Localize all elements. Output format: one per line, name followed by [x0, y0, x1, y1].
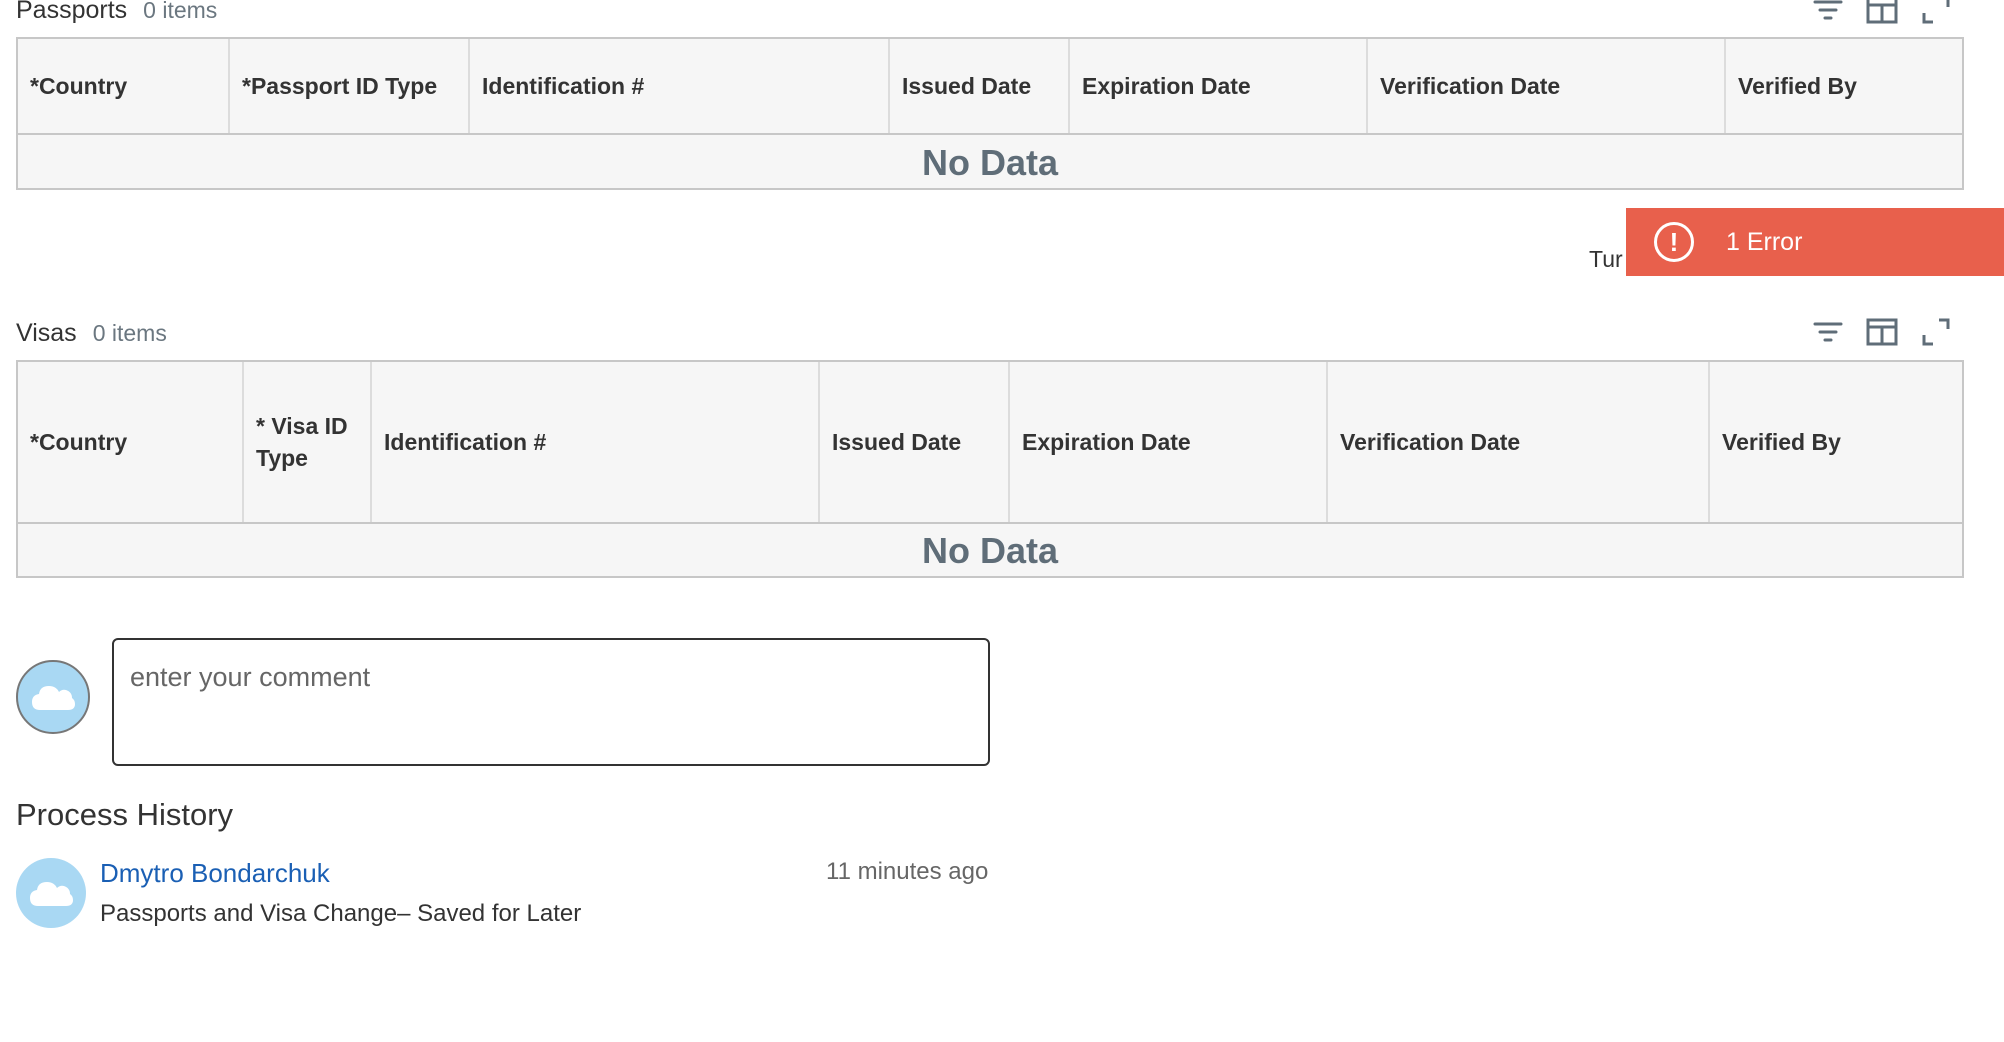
- filter-icon[interactable]: [1812, 316, 1844, 348]
- col-expiration-date[interactable]: Expiration Date: [1070, 39, 1368, 133]
- expand-icon[interactable]: [1920, 0, 1952, 26]
- col-expiration-date[interactable]: Expiration Date: [1010, 362, 1328, 522]
- col-issued-date[interactable]: Issued Date: [820, 362, 1010, 522]
- visas-table-tools: [1812, 316, 1952, 348]
- history-user-link[interactable]: Dmytro Bondarchuk: [100, 858, 330, 889]
- visas-count: 0 items: [92, 319, 167, 346]
- col-country[interactable]: *Country: [18, 362, 244, 522]
- col-verification-date[interactable]: Verification Date: [1328, 362, 1710, 522]
- visas-no-data: No Data: [921, 530, 1059, 571]
- cloud-icon: [32, 686, 75, 710]
- error-label: 1 Error: [1726, 227, 1803, 256]
- history-description: Passports and Visa Change– Saved for Lat…: [100, 900, 582, 927]
- col-country[interactable]: *Country: [18, 39, 230, 133]
- visas-header: Visas 0 items: [16, 313, 167, 353]
- filter-icon[interactable]: [1812, 0, 1844, 26]
- visas-title: Visas: [16, 318, 77, 347]
- col-verified-by[interactable]: Verified By: [1710, 362, 1962, 522]
- passports-grid: *Country *Passport ID Type Identificatio…: [16, 37, 1964, 190]
- partial-text: Tur: [1589, 246, 1623, 272]
- avatar: [16, 858, 86, 928]
- visas-grid: *Country * Visa ID Type Identification #…: [16, 360, 1964, 578]
- error-toast[interactable]: ! 1 Error: [1626, 208, 2004, 276]
- col-passport-id-type[interactable]: *Passport ID Type: [230, 39, 470, 133]
- visas-grid-header: *Country * Visa ID Type Identification #…: [18, 362, 1962, 524]
- column-layout-icon[interactable]: [1866, 316, 1898, 348]
- process-history-title: Process History: [16, 797, 234, 832]
- passports-count: 0 items: [143, 0, 218, 23]
- col-visa-id-type[interactable]: * Visa ID Type: [244, 362, 372, 522]
- avatar: [16, 660, 90, 734]
- history-timestamp: 11 minutes ago: [826, 858, 989, 885]
- passports-no-data: No Data: [921, 141, 1059, 183]
- col-verification-date[interactable]: Verification Date: [1368, 39, 1726, 133]
- passports-title: Passports: [16, 0, 128, 24]
- col-issued-date[interactable]: Issued Date: [890, 39, 1070, 133]
- error-exclamation-icon: !: [1654, 222, 1694, 262]
- passports-grid-header: *Country *Passport ID Type Identificatio…: [18, 39, 1962, 135]
- expand-icon[interactable]: [1920, 316, 1952, 348]
- col-identification[interactable]: Identification #: [372, 362, 820, 522]
- comment-input[interactable]: enter your comment: [112, 638, 990, 766]
- col-verified-by[interactable]: Verified By: [1726, 39, 1962, 133]
- col-identification[interactable]: Identification #: [470, 39, 890, 133]
- passports-header: Passports 0 items: [16, 0, 217, 30]
- column-layout-icon[interactable]: [1866, 0, 1898, 26]
- passports-table-tools: [1812, 0, 1952, 26]
- cloud-icon: [30, 882, 73, 906]
